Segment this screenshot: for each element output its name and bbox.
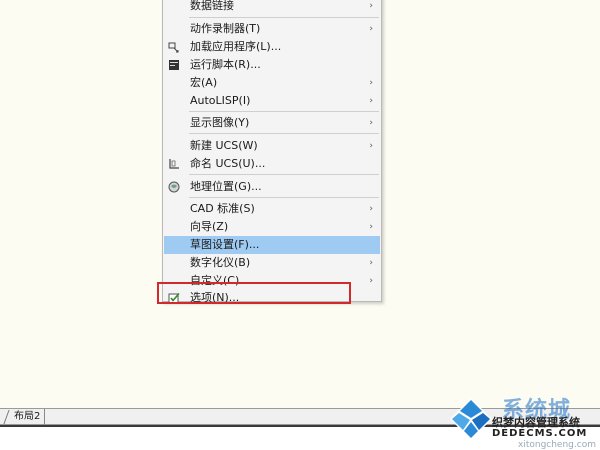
menu-item-named-ucs[interactable]: 命名 UCS(U)...: [164, 155, 380, 173]
geolocation-icon: [168, 181, 180, 193]
menu-item-drafting-settings[interactable]: 草图设置(F)...: [164, 236, 380, 254]
menu-separator: [189, 133, 379, 134]
menu-item-geolocation[interactable]: 地理位置(G)...: [164, 178, 380, 196]
submenu-arrow-icon: ›: [369, 276, 373, 286]
submenu-arrow-icon: ›: [369, 78, 373, 88]
menu-item-data-link[interactable]: 数据链接 ›: [164, 0, 380, 15]
highlight-annotation-box: [157, 282, 351, 304]
menu-item-tablet[interactable]: 数字化仪(B) ›: [164, 254, 380, 272]
submenu-arrow-icon: ›: [369, 258, 373, 268]
submenu-arrow-icon: ›: [369, 118, 373, 128]
watermark: 系统城 织梦内容管理系统 DEDECMS.COM xitongcheng.com: [440, 392, 600, 450]
site-logo-icon: [450, 398, 492, 440]
menu-item-new-ucs[interactable]: 新建 UCS(W) ›: [164, 137, 380, 155]
menu-item-display-image[interactable]: 显示图像(Y) ›: [164, 114, 380, 132]
menu-item-load-application[interactable]: 加载应用程序(L)...: [164, 38, 380, 56]
submenu-arrow-icon: ›: [369, 141, 373, 151]
menu-separator: [189, 17, 379, 18]
menu-separator: [189, 197, 379, 198]
menu-item-autolisp[interactable]: AutoLISP(I) ›: [164, 92, 380, 110]
submenu-arrow-icon: ›: [369, 24, 373, 34]
menu-item-cad-standards[interactable]: CAD 标准(S) ›: [164, 200, 380, 218]
submenu-arrow-icon: ›: [369, 1, 373, 11]
tab-layout2[interactable]: 布局2: [10, 409, 46, 425]
menu-item-macro[interactable]: 宏(A) ›: [164, 74, 380, 92]
named-ucs-icon: [169, 159, 179, 169]
menu-item-run-script[interactable]: 运行脚本(R)...: [164, 56, 380, 74]
watermark-domain: DEDECMS.COM: [492, 428, 588, 439]
menu-item-wizard[interactable]: 向导(Z) ›: [164, 218, 380, 236]
menu-separator: [189, 174, 379, 175]
submenu-arrow-icon: ›: [369, 96, 373, 106]
run-script-icon: [169, 60, 179, 70]
tools-menu: 数据链接 › 动作录制器(T) › 加载应用程序(L)... 运行脚本(R)..…: [162, 0, 382, 304]
tab-divider: [3, 410, 10, 424]
load-application-icon: [168, 42, 179, 53]
submenu-arrow-icon: ›: [369, 222, 373, 232]
menu-separator: [189, 111, 379, 112]
menu-item-action-recorder[interactable]: 动作录制器(T) ›: [164, 20, 380, 38]
watermark-url: xitongcheng.com: [518, 440, 596, 450]
submenu-arrow-icon: ›: [369, 204, 373, 214]
